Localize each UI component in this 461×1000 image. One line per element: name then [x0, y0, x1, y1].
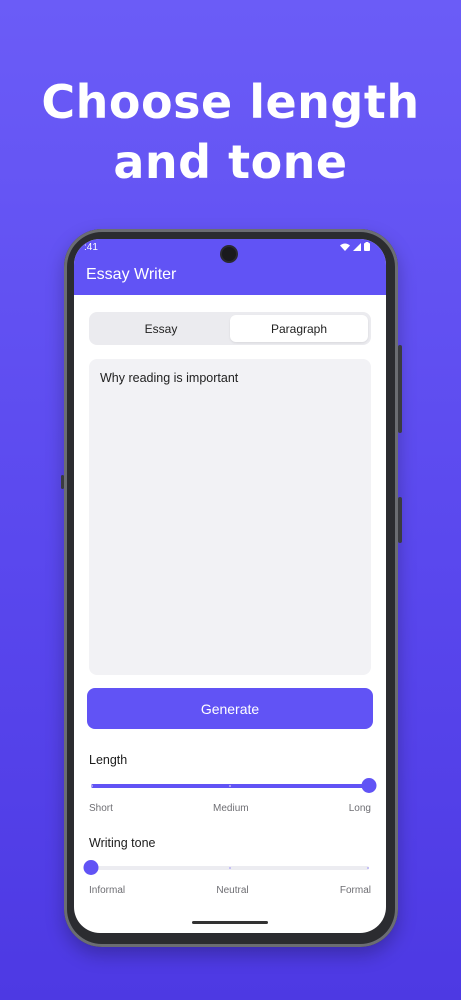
length-option-long: Long	[348, 803, 371, 814]
tone-option-informal: Informal	[89, 885, 126, 896]
length-thumb[interactable]	[361, 778, 377, 793]
battery-icon	[364, 242, 370, 251]
length-option-short: Short	[89, 803, 113, 814]
length-tick-middle	[229, 785, 231, 787]
tab-paragraph[interactable]: Paragraph	[230, 315, 368, 342]
tone-slider[interactable]	[83, 858, 369, 878]
camera-cutout	[222, 247, 236, 261]
volume-button	[398, 345, 402, 433]
status-time: :41	[84, 242, 98, 253]
generate-button[interactable]: Generate	[87, 688, 373, 729]
tab-essay[interactable]: Essay	[92, 315, 230, 342]
app-title: Essay Writer	[86, 266, 177, 283]
tone-option-neutral: Neutral	[216, 885, 249, 896]
promo-headline: Choose length and tone	[0, 72, 461, 192]
topic-input[interactable]: Why reading is important	[89, 359, 371, 675]
phone-frame: :41 Essay Writer Essay Paragraph Why rea…	[61, 229, 402, 947]
headline-line-1: Choose length	[41, 75, 420, 129]
length-option-medium: Medium	[213, 803, 249, 814]
tone-option-formal: Formal	[339, 885, 371, 896]
signal-icon	[353, 242, 361, 251]
wifi-icon	[340, 243, 350, 251]
app-bar: :41 Essay Writer	[74, 239, 386, 295]
status-icons	[340, 242, 370, 251]
headline-line-2: and tone	[113, 135, 348, 189]
tone-label: Writing tone	[89, 836, 156, 850]
tone-scale: Informal Neutral Formal	[89, 885, 371, 896]
length-slider[interactable]	[91, 776, 377, 796]
power-button	[398, 497, 402, 543]
length-label: Length	[89, 753, 128, 767]
phone-screen: :41 Essay Writer Essay Paragraph Why rea…	[74, 239, 386, 933]
length-scale: Short Medium Long	[89, 803, 371, 814]
tone-tick-middle	[229, 867, 231, 869]
mode-toggle: Essay Paragraph	[89, 312, 371, 345]
tone-tick-end	[367, 867, 369, 869]
side-sensor	[61, 475, 64, 489]
length-tick-start	[91, 785, 93, 787]
home-indicator	[192, 921, 268, 924]
tone-thumb[interactable]	[83, 860, 99, 875]
